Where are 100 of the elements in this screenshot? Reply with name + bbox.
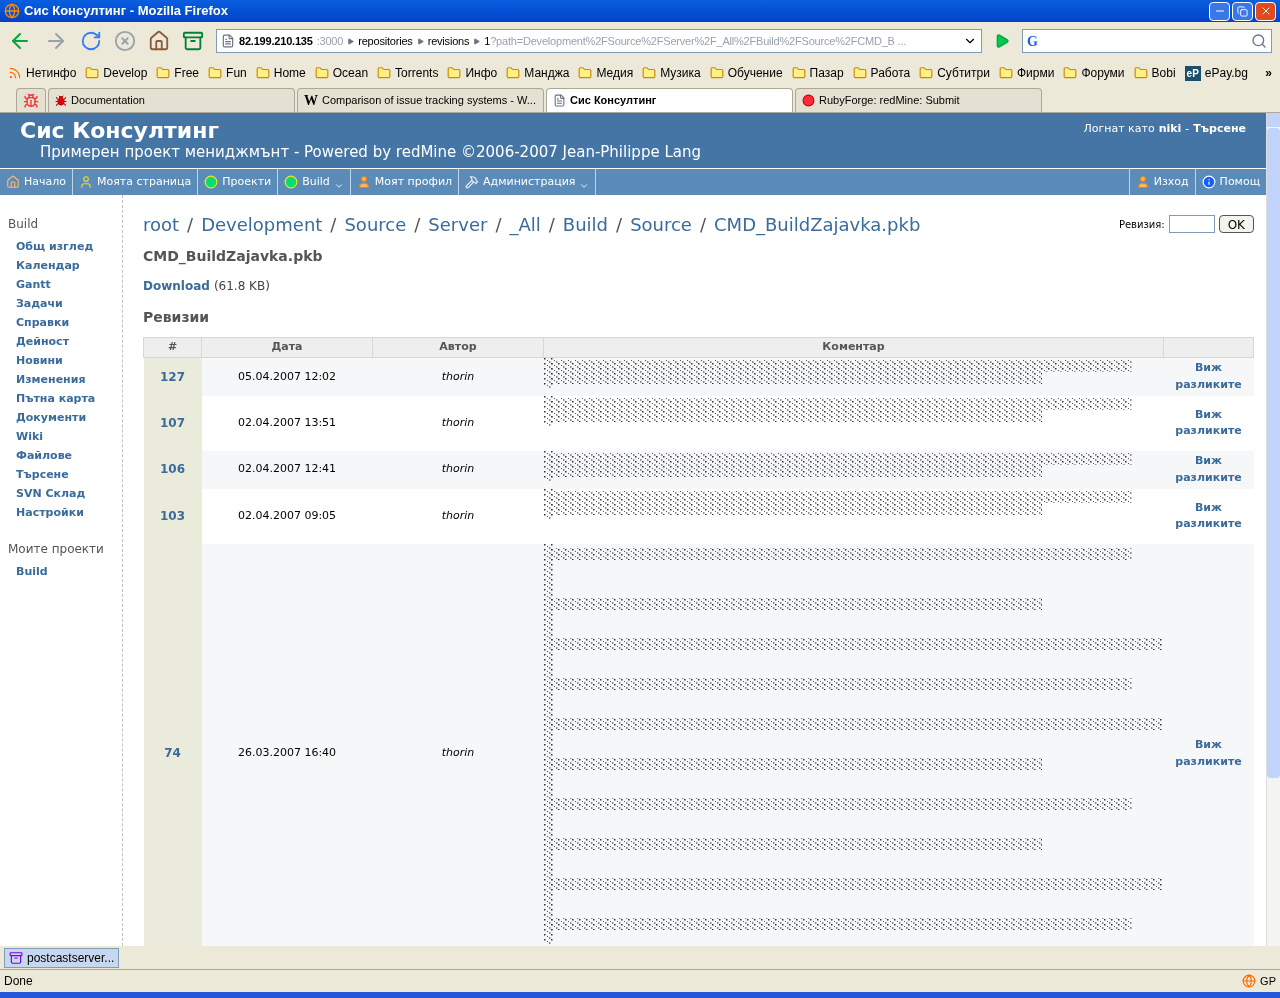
- bookmark[interactable]: Home: [255, 64, 306, 82]
- toolbar-icon[interactable]: [182, 30, 204, 52]
- browser-tab[interactable]: Documentation: [48, 88, 295, 112]
- breadcrumb-link[interactable]: Build: [562, 211, 609, 238]
- revision-link[interactable]: 103: [159, 508, 186, 523]
- revision-field[interactable]: [1168, 215, 1215, 233]
- breadcrumb-link[interactable]: Development: [201, 211, 323, 238]
- more-bookmarks-button[interactable]: »: [1265, 64, 1272, 82]
- menu-item[interactable]: Моят профил: [350, 169, 460, 195]
- view-diff-link[interactable]: Виж разликите: [1173, 737, 1244, 770]
- ok-button[interactable]: OK: [1218, 215, 1254, 233]
- breadcrumb-link[interactable]: root: [143, 211, 180, 238]
- menu-item[interactable]: Проекти: [198, 169, 279, 195]
- url-part: 1: [484, 33, 491, 49]
- sidebar-link[interactable]: Дейност: [8, 334, 122, 353]
- sidebar-link[interactable]: Build: [8, 564, 122, 581]
- reload-icon[interactable]: [80, 30, 102, 52]
- breadcrumb-separator: /: [699, 213, 707, 237]
- sidebar-link[interactable]: Документи: [8, 410, 122, 429]
- url-part: repositories: [358, 33, 413, 49]
- sidebar-link[interactable]: SVN Склад: [8, 486, 122, 505]
- browser-tab[interactable]: W Comparison of issue tracking systems - W...: [297, 88, 544, 112]
- bookmark[interactable]: Нетинфо: [8, 64, 77, 82]
- revision-link[interactable]: 107: [159, 415, 186, 430]
- breadcrumb-link[interactable]: _All: [509, 211, 541, 238]
- search-icon[interactable]: [1251, 33, 1267, 49]
- download-item[interactable]: postcastserver...: [4, 947, 120, 968]
- sidebar-link[interactable]: Файлове: [8, 448, 122, 467]
- google-icon[interactable]: G: [1027, 30, 1038, 52]
- browser-tab[interactable]: Сис Консултинг: [546, 88, 793, 112]
- sidebar-link[interactable]: Wiki: [8, 429, 122, 448]
- breadcrumb-link[interactable]: Server: [428, 211, 488, 238]
- search-field[interactable]: G: [1022, 29, 1272, 53]
- bookmark[interactable]: Инфо: [447, 64, 498, 82]
- folder-icon: [447, 66, 462, 80]
- breadcrumb-separator: /: [616, 213, 623, 237]
- person-icon: [1135, 175, 1150, 189]
- bookmark[interactable]: eP ePay.bg: [1184, 64, 1248, 82]
- date-text: 02.04.2007 13:51: [237, 415, 337, 429]
- username-link[interactable]: niki: [1158, 121, 1182, 168]
- date-text: 05.04.2007 12:02: [237, 369, 337, 383]
- bookmark[interactable]: Форуми: [1063, 64, 1125, 82]
- bookmark[interactable]: Fun: [208, 64, 247, 82]
- download-link[interactable]: Download: [143, 277, 210, 295]
- breadcrumb-link[interactable]: CMD_BuildZajavka.pkb: [714, 211, 921, 238]
- revision-link[interactable]: 74: [164, 746, 181, 761]
- bookmark[interactable]: Free: [156, 64, 200, 82]
- revision-label: Ревизия:: [1118, 217, 1165, 232]
- menu-item[interactable]: Моята страница: [73, 169, 199, 195]
- bookmark[interactable]: Torrents: [377, 64, 439, 82]
- bookmark[interactable]: Субтитри: [919, 64, 990, 82]
- menu-item[interactable]: Build: [278, 169, 351, 195]
- bookmark[interactable]: Работа: [852, 64, 911, 82]
- scrollbar[interactable]: [1266, 113, 1280, 946]
- stop-icon[interactable]: [114, 30, 136, 52]
- bookmark[interactable]: Bobi: [1133, 64, 1176, 82]
- revision-link[interactable]: 127: [159, 369, 186, 384]
- menu-item[interactable]: Изход: [1128, 169, 1195, 195]
- folder-icon: [998, 66, 1013, 80]
- bookmark[interactable]: Обучение: [709, 64, 783, 82]
- bookmark[interactable]: Манджа: [506, 64, 570, 82]
- bookmark[interactable]: Ocean: [314, 64, 369, 82]
- sidebar-link[interactable]: Новини: [8, 353, 122, 372]
- sidebar-link[interactable]: Настройки: [8, 505, 122, 524]
- sidebar-link[interactable]: Общ изглед: [8, 239, 122, 258]
- browser-tab[interactable]: [16, 88, 46, 112]
- sidebar-link[interactable]: Пътна карта: [8, 391, 122, 410]
- breadcrumb-link[interactable]: Source: [344, 211, 407, 238]
- sidebar-link[interactable]: Търсене: [8, 467, 122, 486]
- revision-link[interactable]: 106: [159, 462, 186, 477]
- address-field[interactable]: 82.199.210.135 :3000 repositories revisions 1?path=Development%2FSource%2FServer%2F_All%2FBuild%2FSource%2FCMD_B ...: [216, 29, 982, 53]
- menu-item[interactable]: Начало: [0, 169, 73, 195]
- bug-icon: [55, 94, 67, 107]
- info-icon: [1201, 175, 1216, 189]
- view-diff-link[interactable]: Виж разликите: [1173, 499, 1244, 533]
- logged-in-label: Логнат като: [1083, 121, 1155, 137]
- sidebar-link[interactable]: Справки: [8, 315, 122, 334]
- view-diff-link[interactable]: Виж разликите: [1173, 406, 1244, 440]
- go-icon[interactable]: [994, 33, 1010, 49]
- close-button[interactable]: [1255, 1, 1276, 21]
- site-title: Сис Консултинг: [20, 117, 220, 145]
- breadcrumb-link[interactable]: Source: [630, 211, 692, 238]
- menu-item[interactable]: Администрация: [459, 169, 597, 195]
- view-diff-link[interactable]: Виж разликите: [1173, 453, 1244, 486]
- browser-tab[interactable]: RubyForge: redMine: Submit: [795, 88, 1042, 112]
- sidebar-link[interactable]: Календар: [8, 258, 122, 277]
- sidebar-link[interactable]: Изменения: [8, 372, 122, 391]
- sidebar-link[interactable]: Задачи: [8, 296, 122, 315]
- bookmark[interactable]: Музика: [642, 64, 701, 82]
- bookmark[interactable]: Пазар: [791, 64, 844, 82]
- view-diff-link[interactable]: Виж разликите: [1173, 360, 1244, 394]
- restore-button[interactable]: [1232, 1, 1253, 21]
- bookmark[interactable]: Фирми: [998, 64, 1055, 82]
- search-link[interactable]: Търсене: [1193, 121, 1246, 168]
- separator-text: -: [1185, 121, 1190, 137]
- home-icon[interactable]: [148, 30, 170, 52]
- minimize-button[interactable]: [1209, 1, 1230, 21]
- bookmark[interactable]: Медия: [578, 64, 634, 82]
- bookmark[interactable]: Develop: [85, 64, 148, 82]
- sidebar-link[interactable]: Gantt: [8, 277, 122, 296]
